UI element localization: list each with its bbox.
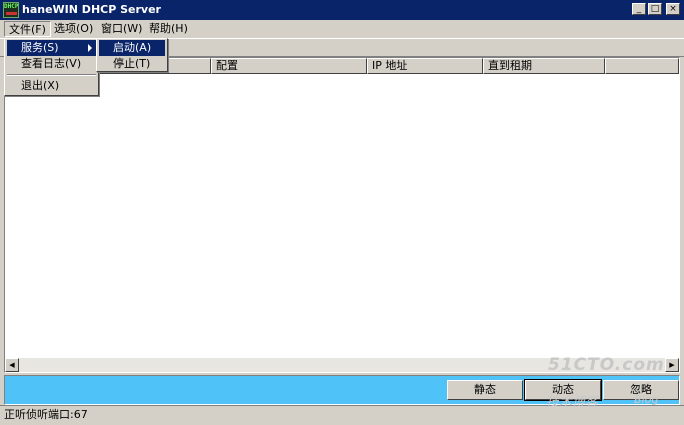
horizontal-scrollbar[interactable]: ◀ ▶: [5, 358, 679, 372]
menu-separator: [7, 74, 96, 76]
column-header-lease[interactable]: 直到租期: [483, 58, 605, 74]
scroll-right-button[interactable]: ▶: [665, 358, 679, 372]
column-header-config[interactable]: 配置: [211, 58, 367, 74]
menu-file[interactable]: 文件(F): [4, 21, 51, 37]
service-submenu: 启动(A) 停止(T): [96, 38, 168, 72]
scroll-left-button[interactable]: ◀: [5, 358, 19, 372]
menu-window[interactable]: 窗口(W): [97, 21, 146, 37]
app-window: DHCP haneWIN DHCP Server _ □ × 文件(F) 选项(…: [0, 0, 684, 425]
menu-item-start[interactable]: 启动(A): [99, 40, 165, 56]
submenu-arrow-icon: [88, 44, 92, 52]
close-icon: ×: [669, 4, 677, 14]
close-button[interactable]: ×: [666, 3, 680, 15]
window-title: haneWIN DHCP Server: [22, 3, 161, 16]
file-dropdown: 服务(S) 查看日志(V) 退出(X): [4, 38, 99, 96]
menu-item-view-log[interactable]: 查看日志(V): [7, 56, 96, 72]
column-header-ip[interactable]: IP 地址: [367, 58, 483, 74]
maximize-icon: □: [650, 4, 660, 14]
lease-list[interactable]: 配置 IP 地址 直到租期 ◀ ▶: [4, 57, 680, 373]
menu-item-service[interactable]: 服务(S): [7, 40, 96, 56]
menu-help[interactable]: 帮助(H): [145, 21, 192, 37]
ignore-button[interactable]: 忽略: [603, 380, 679, 400]
arrow-right-icon: ▶: [669, 361, 675, 369]
minimize-button[interactable]: _: [632, 3, 646, 15]
static-button[interactable]: 静态: [447, 380, 523, 400]
status-bar: 正听侦听端口:67: [0, 405, 684, 425]
title-bar[interactable]: DHCP haneWIN DHCP Server _ □ ×: [0, 0, 684, 20]
minimize-icon: _: [636, 4, 642, 14]
arrow-left-icon: ◀: [9, 361, 15, 369]
menu-bar: 文件(F) 选项(O) 窗口(W) 帮助(H): [0, 20, 684, 38]
maximize-button[interactable]: □: [648, 3, 662, 15]
menu-item-service-label: 服务(S): [21, 41, 59, 54]
menu-item-exit[interactable]: 退出(X): [7, 78, 96, 94]
action-band: 静态 动态 忽略: [4, 375, 680, 405]
dynamic-button[interactable]: 动态: [524, 379, 602, 401]
column-header-extra[interactable]: [605, 58, 679, 74]
dhcp-app-icon[interactable]: DHCP: [3, 2, 19, 18]
status-text: 正听侦听端口:67: [4, 408, 88, 421]
menu-item-stop[interactable]: 停止(T): [99, 56, 165, 72]
menu-options[interactable]: 选项(O): [50, 21, 97, 37]
